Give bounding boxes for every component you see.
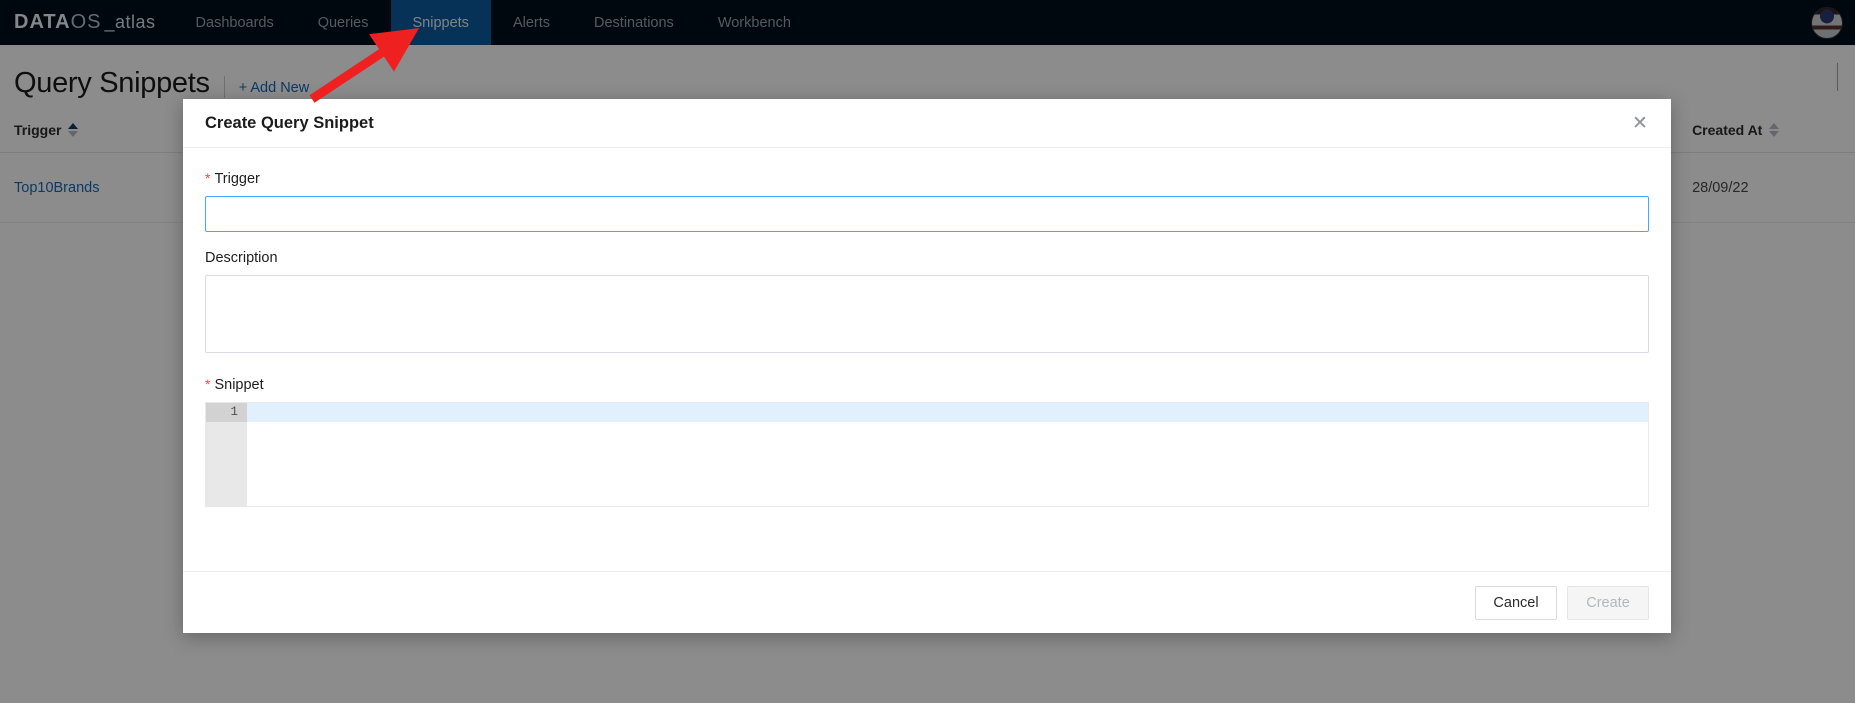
snippet-code-editor[interactable]: 1	[205, 402, 1649, 507]
editor-active-line	[247, 403, 1648, 422]
close-icon[interactable]: ✕	[1627, 110, 1653, 136]
editor-gutter: 1	[206, 403, 247, 506]
modal-title: Create Query Snippet	[205, 113, 374, 132]
modal-footer: Cancel Create	[183, 571, 1671, 633]
required-asterisk-icon: *	[205, 376, 211, 392]
line-number: 1	[206, 403, 247, 422]
field-trigger: * Trigger	[205, 170, 1649, 232]
required-asterisk-icon: *	[205, 170, 211, 186]
label-description: Description	[205, 250, 1649, 266]
editor-code-area[interactable]	[247, 403, 1648, 506]
cancel-button[interactable]: Cancel	[1475, 585, 1557, 620]
create-button: Create	[1567, 585, 1649, 620]
label-snippet-text: Snippet	[214, 377, 264, 393]
modal-header: Create Query Snippet ✕	[183, 99, 1671, 148]
create-query-snippet-modal: Create Query Snippet ✕ * Trigger Descript…	[183, 99, 1671, 633]
field-snippet: * Snippet 1	[205, 376, 1649, 507]
label-description-text: Description	[205, 250, 278, 266]
label-trigger-text: Trigger	[214, 171, 260, 187]
description-textarea[interactable]	[205, 275, 1649, 353]
label-trigger: * Trigger	[205, 170, 1649, 187]
label-snippet: * Snippet	[205, 376, 1649, 393]
field-description: Description	[205, 250, 1649, 358]
trigger-input[interactable]	[205, 196, 1649, 232]
modal-body: * Trigger Description * Snippet 1	[183, 148, 1671, 571]
